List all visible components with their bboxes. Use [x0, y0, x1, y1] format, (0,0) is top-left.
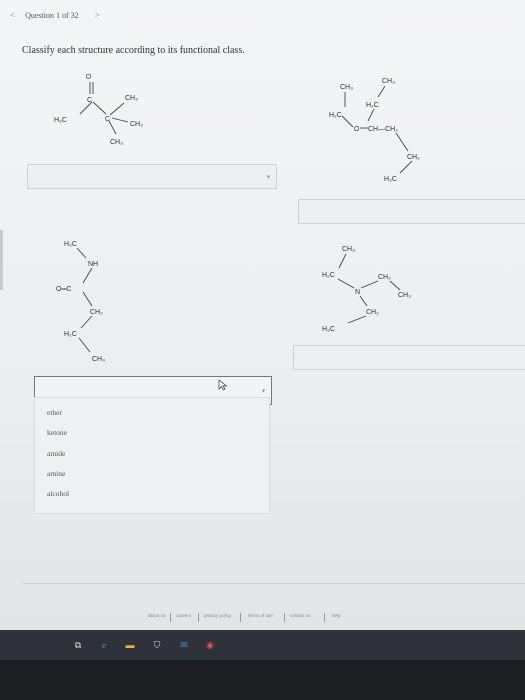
- m1-ch3-top: CH₃: [125, 95, 138, 102]
- footer-help[interactable]: help: [332, 613, 341, 618]
- store-icon[interactable]: ⛉: [151, 640, 163, 650]
- m2-ch2-lower: CH₂: [407, 154, 420, 161]
- footer-contact-us[interactable]: contact us: [290, 613, 311, 618]
- screen-bezel: [0, 660, 525, 700]
- m1-oxygen: O: [86, 73, 93, 79]
- m4-h3c: H₃C: [322, 326, 335, 333]
- m3-h2c: H₂C: [64, 331, 77, 338]
- structure-4-classification-dropdown[interactable]: [293, 345, 525, 370]
- m3-nh: NH: [88, 261, 98, 268]
- question-page: < Question 1 of 32 > Classify each struc…: [0, 0, 525, 630]
- option-amide[interactable]: amide: [47, 449, 65, 458]
- m1-h3c: H₃C: [54, 117, 67, 124]
- structure-2-classification-dropdown[interactable]: [298, 199, 525, 224]
- question-prompt: Classify each structure according to its…: [22, 45, 245, 56]
- option-amine[interactable]: amine: [47, 469, 65, 478]
- m4-nitrogen: N: [355, 289, 360, 296]
- structure-3-amide: H₃C NH O═C CH₂ H₂C CH₃: [56, 241, 105, 363]
- option-ketone[interactable]: ketone: [47, 428, 67, 437]
- browser-edge-icon[interactable]: e: [98, 640, 110, 650]
- m3-ch3: CH₃: [92, 356, 105, 363]
- m2-h3c: H₃C: [384, 176, 397, 183]
- chrome-icon[interactable]: ◉: [204, 640, 216, 650]
- footer-terms-of-use[interactable]: terms of use: [248, 613, 273, 618]
- footer-careers[interactable]: careers: [176, 613, 191, 618]
- question-counter[interactable]: Question 1 of 32: [25, 11, 79, 20]
- mouse-cursor-icon: [218, 379, 228, 391]
- chevron-down-icon: ▾: [266, 174, 270, 180]
- structure-4-amine: CH₃ H₂C N CH₂ CH₃ CH₂ H₃C: [322, 246, 411, 333]
- previous-question-chevron-icon[interactable]: <: [10, 10, 15, 20]
- m1-ch3-right: CH₃: [130, 121, 143, 128]
- scrollbar-left-edge[interactable]: [0, 230, 3, 290]
- footer-links: about us careers privacy policy terms of…: [148, 613, 358, 627]
- option-alcohol[interactable]: alcohol: [47, 489, 69, 498]
- m2-ch3-left: CH₃: [340, 84, 353, 91]
- m3-h3c: H₃C: [64, 241, 77, 248]
- classification-options-menu: ether ketone amide amine alcohol: [34, 397, 270, 514]
- m2-ch3-right: CH₃: [382, 78, 395, 85]
- m2-h2c-left: H₂C: [329, 112, 342, 119]
- chevron-down-icon: ▾: [261, 388, 265, 394]
- structure-1-classification-dropdown[interactable]: ▾: [27, 164, 277, 189]
- footer-about-us[interactable]: about us: [148, 613, 165, 618]
- m3-carbonyl: O═C: [56, 286, 71, 293]
- mail-icon[interactable]: ✉: [178, 640, 190, 650]
- file-explorer-icon[interactable]: ▬: [124, 640, 136, 650]
- m4-ch3-top: CH₃: [342, 246, 355, 253]
- m2-oxygen: O: [354, 126, 360, 133]
- task-view-icon[interactable]: ⧉: [72, 640, 84, 650]
- section-divider: [22, 583, 525, 584]
- m4-ch2-right: CH₂: [378, 274, 391, 281]
- footer-privacy-policy[interactable]: privacy policy: [204, 613, 231, 618]
- m2-h2c-upper: H₂C: [366, 102, 379, 109]
- m4-h2c: H₂C: [322, 272, 335, 279]
- m4-ch3-right: CH₃: [398, 292, 411, 299]
- m1-ch3-bottom: CH₃: [110, 139, 123, 146]
- m3-ch2: CH₂: [90, 309, 103, 316]
- structure-1-ketone: O C H₃C C CH₃ CH₃ CH₃: [54, 73, 143, 146]
- m4-ch2-lower: CH₂: [366, 309, 379, 316]
- next-question-chevron-icon[interactable]: >: [95, 10, 100, 20]
- taskbar: ⧉ e ▬ ⛉ ✉ ◉: [0, 630, 525, 660]
- option-ether[interactable]: ether: [47, 408, 62, 417]
- m2-ch-ch2: CH—CH₂: [368, 126, 398, 133]
- question-nav: < Question 1 of 32 >: [10, 10, 100, 20]
- structure-2-ether: CH₃ CH₃ H₂C H₂C O CH—CH₂ CH₂ H₃C: [329, 78, 420, 183]
